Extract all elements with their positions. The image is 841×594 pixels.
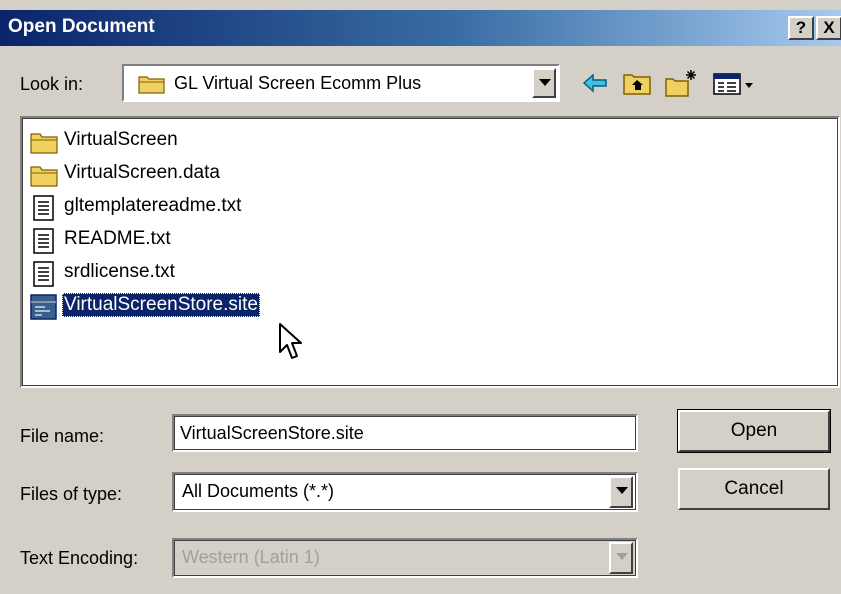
file-name-input[interactable]: VirtualScreenStore.site (172, 414, 638, 452)
view-menu-icon[interactable] (712, 68, 756, 98)
text-encoding-label: Text Encoding: (20, 548, 139, 568)
title-bar[interactable]: Open Document ? X (0, 10, 841, 46)
file-name: README.txt (64, 228, 171, 249)
folder-icon (138, 76, 165, 94)
file-name: VirtualScreen (64, 129, 178, 150)
text-file-icon (33, 261, 54, 287)
text-encoding-dropdown-button (609, 542, 633, 574)
text-encoding-value: Western (Latin 1) (182, 547, 320, 567)
mouse-pointer-icon (279, 323, 302, 359)
text-file-icon (33, 195, 54, 221)
file-name-label: File name: (20, 426, 105, 446)
file-name: srdlicense.txt (64, 261, 175, 282)
open-button[interactable]: Open (677, 409, 831, 453)
files-of-type-label: Files of type: (20, 484, 123, 504)
up-one-level-icon[interactable] (622, 68, 652, 98)
look-in-label: Look in: (20, 74, 84, 94)
open-document-dialog: Open Document ? X Look in: GL Virtual Sc… (0, 0, 841, 594)
folder-icon (30, 166, 58, 187)
back-arrow-icon[interactable] (580, 68, 610, 98)
look-in-combo[interactable]: GL Virtual Screen Ecomm Plus (122, 64, 560, 102)
file-name: VirtualScreen.data (64, 162, 220, 183)
text-file-icon (33, 228, 54, 254)
look-in-dropdown-button[interactable] (532, 68, 556, 98)
files-of-type-select[interactable]: All Documents (*.*) (172, 472, 638, 512)
file-name-selected: VirtualScreenStore.site (62, 293, 260, 317)
cancel-button[interactable]: Cancel (678, 468, 830, 510)
new-folder-icon[interactable] (664, 68, 698, 98)
folder-icon (30, 133, 58, 154)
close-button[interactable]: X (816, 16, 841, 40)
help-button[interactable]: ? (788, 16, 814, 40)
chevron-down-icon (616, 487, 628, 494)
chevron-down-icon (539, 79, 551, 86)
file-list[interactable]: VirtualScreen VirtualScreen.data gltempl… (20, 116, 840, 388)
text-encoding-select: Western (Latin 1) (172, 538, 638, 578)
files-of-type-value: All Documents (*.*) (182, 481, 335, 501)
site-file-icon (30, 294, 57, 320)
files-of-type-dropdown-button[interactable] (609, 476, 633, 508)
file-name: gltemplatereadme.txt (64, 195, 242, 216)
look-in-value: GL Virtual Screen Ecomm Plus (174, 73, 422, 93)
window-title: Open Document (8, 16, 155, 37)
chevron-down-icon (616, 553, 628, 560)
